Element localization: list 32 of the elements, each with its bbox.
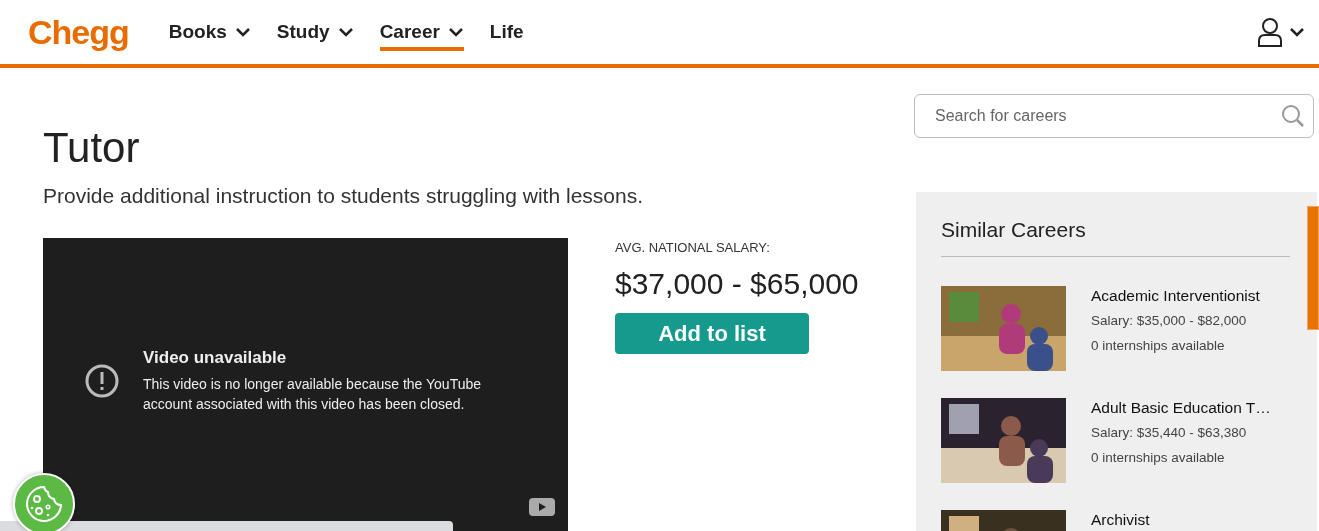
career-description: Provide additional instruction to students struggling with lessons. — [43, 184, 644, 208]
video-error-message: This video is no longer available because the YouTube account associated with this video has been closed. — [143, 375, 483, 414]
salary-range: $37,000 - $65,000 — [615, 267, 859, 301]
internship-count: 0 internships available — [1091, 450, 1226, 465]
chevron-down-icon — [447, 27, 464, 37]
chevron-down-icon — [234, 27, 251, 37]
nav-link[interactable]: Study — [276, 17, 354, 51]
similar-career-title[interactable]: Adult Basic Education T… — [1091, 399, 1271, 417]
career-title: Tutor — [43, 124, 141, 172]
cookie-icon — [24, 484, 64, 524]
career-salary: Salary: $35,440 - $63,380 — [1091, 425, 1248, 440]
video-player[interactable]: Video unavailable This video is no longer available because the YouTube account associated with this video has been closed. — [43, 238, 568, 531]
play-logo-icon[interactable] — [529, 498, 555, 516]
chevron-down-icon — [337, 27, 354, 37]
career-salary: Salary: $35,000 - $82,000 — [1091, 313, 1248, 328]
similar-career-title[interactable]: Academic Interventionist — [1091, 287, 1260, 305]
salary-label: AVG. NATIONAL SALARY: — [615, 240, 771, 255]
internship-count: 0 internships available — [1091, 338, 1226, 353]
search-icon — [1281, 104, 1305, 128]
user-icon — [1257, 17, 1283, 47]
account-menu-button[interactable] — [1257, 17, 1305, 47]
similar-career-title[interactable]: Archivist — [1091, 511, 1150, 529]
search-input[interactable]: Search for careers — [933, 106, 1281, 126]
alert-icon — [85, 364, 119, 398]
chevron-down-icon — [1289, 27, 1305, 37]
nav-link[interactable]: Books — [168, 17, 251, 51]
nav-link[interactable]: Career — [379, 17, 464, 51]
panel-heading: Similar Careers — [941, 218, 1087, 242]
search-field[interactable]: Search for careers — [914, 94, 1314, 138]
nav-link[interactable]: Life — [489, 17, 524, 51]
cookie-settings-button[interactable] — [13, 473, 75, 531]
video-error-title: Video unavailable — [143, 348, 288, 368]
